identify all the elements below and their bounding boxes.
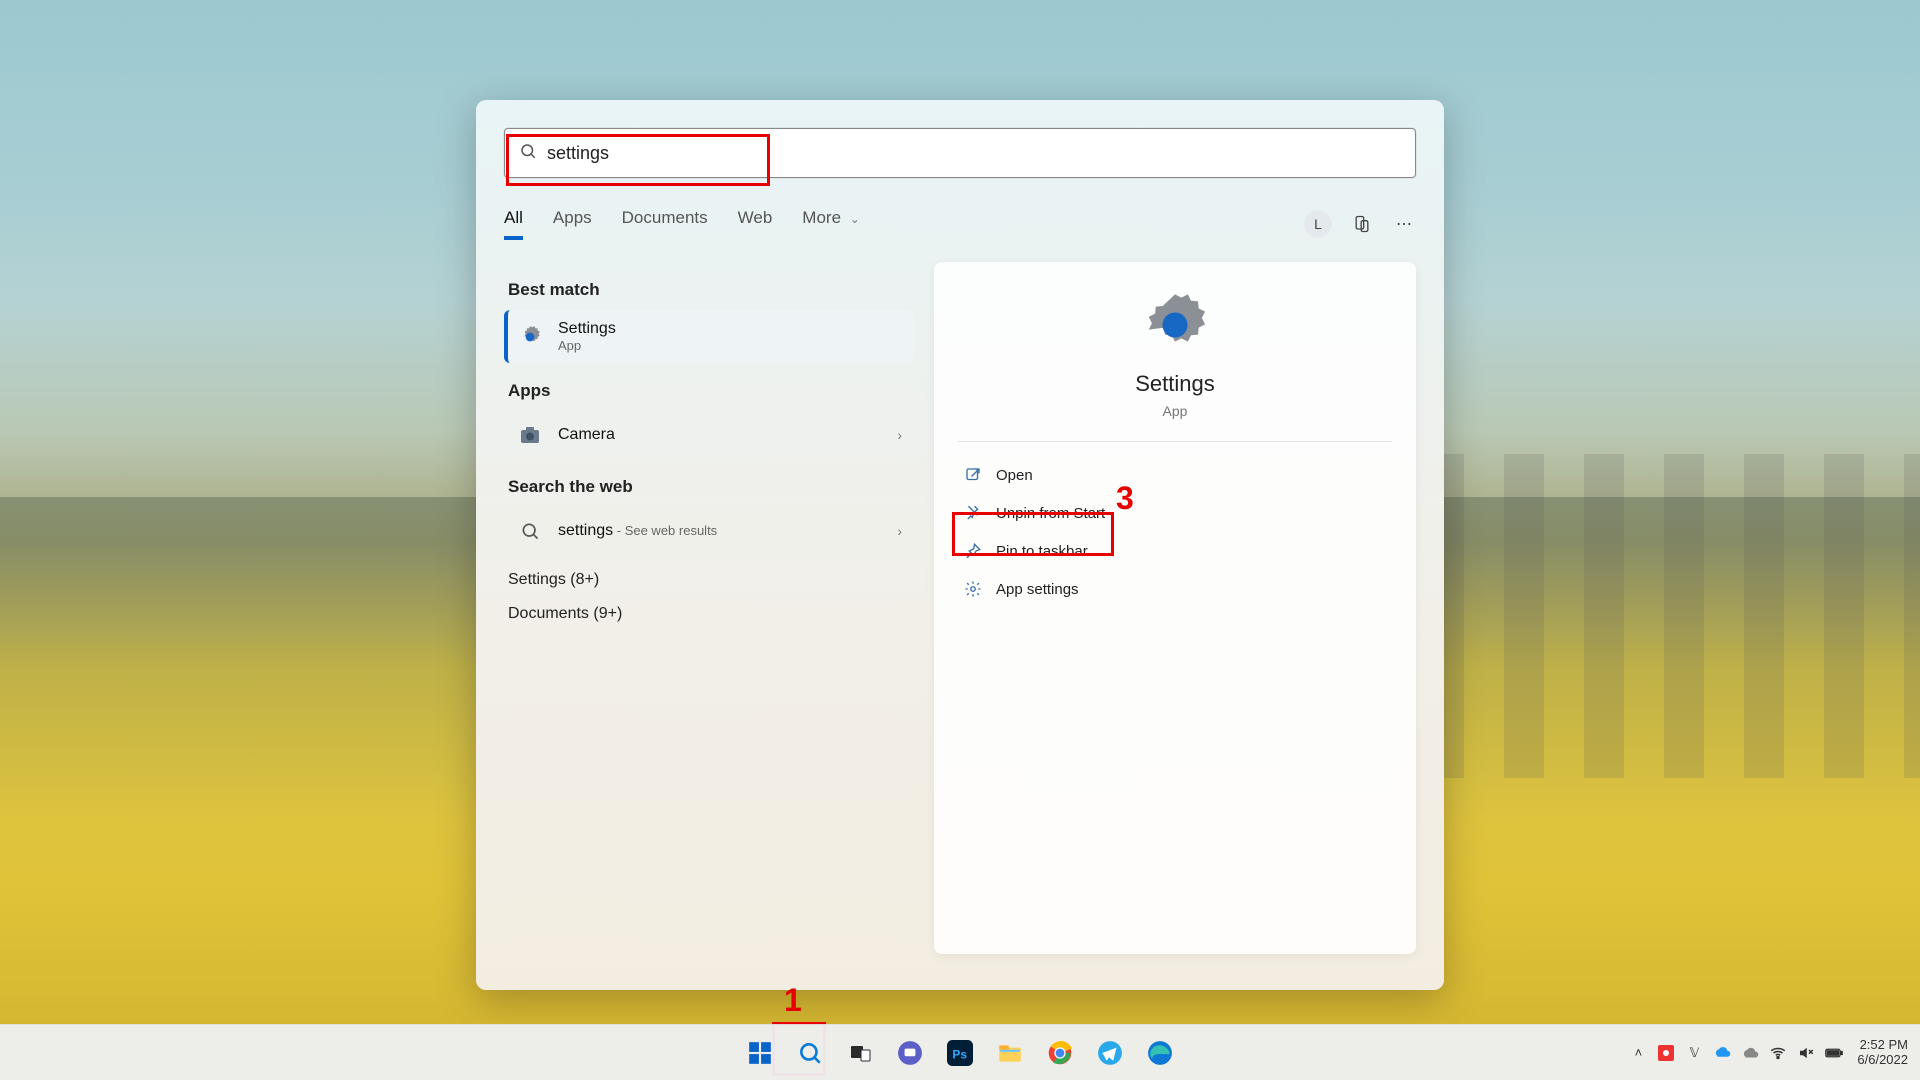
category-settings[interactable]: Settings (8+) <box>508 571 910 589</box>
action-open[interactable]: Open <box>958 456 1392 494</box>
system-tray[interactable]: ˄ 𝕍 <box>1629 1044 1843 1062</box>
details-subtitle: App <box>1163 403 1188 419</box>
svg-text:Ps: Ps <box>952 1047 967 1061</box>
user-avatar[interactable]: L <box>1304 210 1332 238</box>
tray-wifi-icon[interactable] <box>1769 1044 1787 1062</box>
camera-icon <box>516 421 544 449</box>
apps-header: Apps <box>508 381 910 401</box>
clock-date: 6/6/2022 <box>1857 1053 1908 1068</box>
result-web-settings[interactable]: settings - See web results › <box>504 507 914 555</box>
pin-icon <box>964 542 982 560</box>
results-left-column: Best match Settings App Apps <box>504 262 914 954</box>
search-panel: All Apps Documents Web More ⌄ L ⋯ <box>476 100 1444 990</box>
mobile-link-icon[interactable] <box>1350 212 1374 236</box>
chevron-right-icon: › <box>897 427 902 443</box>
tab-more[interactable]: More ⌄ <box>802 208 860 240</box>
action-pin-taskbar-label: Pin to taskbar <box>996 543 1088 560</box>
taskbar-app-telegram[interactable] <box>1090 1033 1130 1073</box>
action-app-settings-label: App settings <box>996 581 1079 598</box>
annotation-3-label: 3 <box>1116 480 1134 517</box>
action-app-settings[interactable]: App settings <box>958 570 1392 608</box>
taskbar-app-edge[interactable] <box>1140 1033 1180 1073</box>
taskbar: Ps ˄ 𝕍 <box>0 1024 1920 1080</box>
tray-chevron-up-icon[interactable]: ˄ <box>1629 1044 1647 1062</box>
tray-volume-muted-icon[interactable] <box>1797 1044 1815 1062</box>
tray-record-icon[interactable] <box>1657 1044 1675 1062</box>
best-match-header: Best match <box>508 280 910 300</box>
start-button[interactable] <box>740 1033 780 1073</box>
search-icon <box>516 517 544 545</box>
best-match-settings[interactable]: Settings App <box>504 310 914 363</box>
taskbar-search-button[interactable] <box>790 1033 830 1073</box>
result-camera[interactable]: Camera › <box>504 411 914 459</box>
search-web-header: Search the web <box>508 477 910 497</box>
tray-onedrive-icon[interactable] <box>1713 1044 1731 1062</box>
web-term: settings <box>558 522 613 539</box>
unpin-icon <box>964 504 982 522</box>
gear-icon-large <box>1140 290 1210 365</box>
tab-all[interactable]: All <box>504 208 523 240</box>
taskbar-app-explorer[interactable] <box>990 1033 1030 1073</box>
web-suffix: - See web results <box>613 523 717 538</box>
details-pane: Settings App Open <box>934 262 1416 954</box>
tab-more-label: More <box>802 208 841 227</box>
category-documents[interactable]: Documents (9+) <box>508 605 910 623</box>
taskbar-app-photoshop[interactable]: Ps <box>940 1033 980 1073</box>
tray-cloud-icon[interactable] <box>1741 1044 1759 1062</box>
taskbar-clock[interactable]: 2:52 PM 6/6/2022 <box>1857 1038 1908 1068</box>
search-icon <box>519 142 537 165</box>
taskbar-right: ˄ 𝕍 <box>1629 1038 1920 1068</box>
result-camera-label: Camera <box>558 426 615 444</box>
tab-web[interactable]: Web <box>738 208 773 240</box>
tab-apps[interactable]: Apps <box>553 208 592 240</box>
action-open-label: Open <box>996 467 1033 484</box>
tray-v-icon[interactable]: 𝕍 <box>1685 1044 1703 1062</box>
gear-icon <box>516 323 544 351</box>
best-match-subtitle: App <box>558 338 616 353</box>
tab-documents[interactable]: Documents <box>622 208 708 240</box>
action-unpin-start[interactable]: Unpin from Start <box>958 494 1392 532</box>
annotation-1-label: 1 <box>784 982 802 1019</box>
action-pin-taskbar[interactable]: Pin to taskbar <box>958 532 1392 570</box>
tray-battery-icon[interactable] <box>1825 1044 1843 1062</box>
details-title: Settings <box>1135 371 1215 397</box>
more-options-icon[interactable]: ⋯ <box>1392 212 1416 236</box>
search-tabs-row: All Apps Documents Web More ⌄ L ⋯ <box>504 204 1416 244</box>
task-view-button[interactable] <box>840 1033 880 1073</box>
search-input[interactable] <box>547 143 1401 164</box>
taskbar-app-chrome[interactable] <box>1040 1033 1080 1073</box>
clock-time: 2:52 PM <box>1857 1038 1908 1053</box>
gear-icon <box>964 580 982 598</box>
taskbar-app-chat[interactable] <box>890 1033 930 1073</box>
action-unpin-label: Unpin from Start <box>996 505 1105 522</box>
taskbar-center: Ps <box>740 1033 1180 1073</box>
search-bar[interactable] <box>504 128 1416 178</box>
best-match-title: Settings <box>558 320 616 338</box>
desktop-wallpaper: 2 All Apps Documents Web More ⌄ <box>0 0 1920 1080</box>
chevron-down-icon: ⌄ <box>850 212 860 226</box>
open-external-icon <box>964 466 982 484</box>
chevron-right-icon: › <box>897 523 902 539</box>
